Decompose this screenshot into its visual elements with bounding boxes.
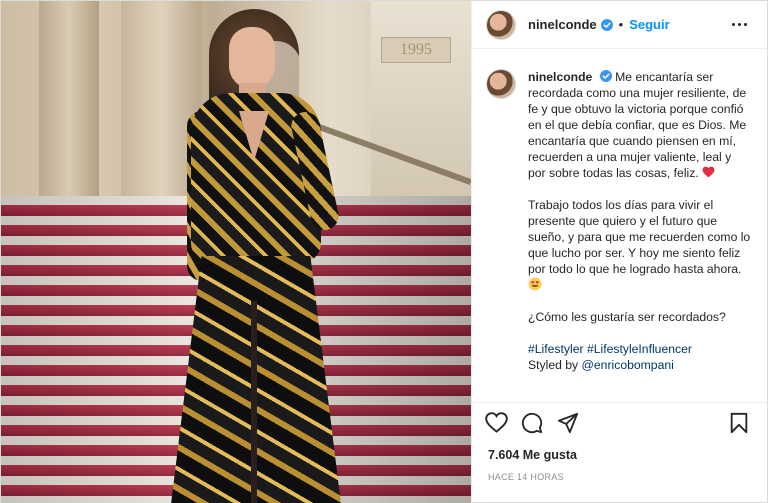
hashtag-link[interactable]: #LifestyleInfluencer [587, 342, 692, 356]
post-photo[interactable]: 1995 1997 [1, 1, 471, 503]
post-caption: ninelconde Me encantaría ser recordada c… [528, 69, 751, 402]
smiling-face-with-heart-eyes-emoji [528, 277, 542, 291]
caption-hashtags: #Lifestyler #LifestyleInfluencer Styled … [528, 341, 751, 373]
comments-section: ninelconde Me encantaría ser recordada c… [472, 49, 767, 402]
paper-plane-icon[interactable] [556, 411, 580, 435]
caption-text: Me encantaría ser recordada como una muj… [528, 70, 747, 180]
verified-badge-icon [599, 70, 612, 82]
post-timestamp[interactable]: HACE 14 HORAS [472, 462, 767, 482]
username-link[interactable]: ninelconde [528, 17, 597, 32]
bookmark-icon[interactable] [727, 411, 751, 435]
pants-split [251, 301, 257, 503]
caption-paragraph: Trabajo todos los días para vivir el pre… [528, 197, 751, 293]
woman-figure [151, 1, 351, 503]
more-options-icon[interactable] [727, 13, 751, 37]
caption-username-link[interactable]: ninelconde [528, 70, 592, 84]
styled-by-label: Styled by [528, 358, 582, 372]
instagram-post: 1995 1997 ninelconde • Seguir [0, 0, 768, 503]
likes-count[interactable]: 7.604 Me gusta [472, 442, 767, 462]
hashtag-link[interactable]: #Lifestyler [528, 342, 584, 356]
face [229, 27, 275, 89]
separator-dot: • [618, 17, 624, 32]
comment-bubble-icon[interactable] [520, 411, 544, 435]
caption-paragraph: ninelconde Me encantaría ser recordada c… [528, 69, 751, 181]
post-header: ninelconde • Seguir [472, 1, 767, 49]
verified-badge-icon [600, 18, 613, 31]
mention-link[interactable]: @enricobompani [582, 358, 674, 372]
avatar[interactable] [486, 69, 516, 99]
year-plaque: 1995 [381, 37, 451, 63]
heart-outline-icon[interactable] [484, 411, 508, 435]
follow-button[interactable]: Seguir [629, 17, 669, 32]
post-side-panel: ninelconde • Seguir ninelconde Me encant… [471, 1, 767, 503]
panel-bottom-spacer [472, 482, 767, 503]
avatar[interactable] [486, 9, 516, 40]
post-actions-bar [472, 402, 767, 442]
red-heart-emoji [702, 166, 715, 178]
caption-paragraph: ¿Cómo les gustaría ser recordados? [528, 310, 726, 324]
caption-text: Trabajo todos los días para vivir el pre… [528, 198, 751, 276]
